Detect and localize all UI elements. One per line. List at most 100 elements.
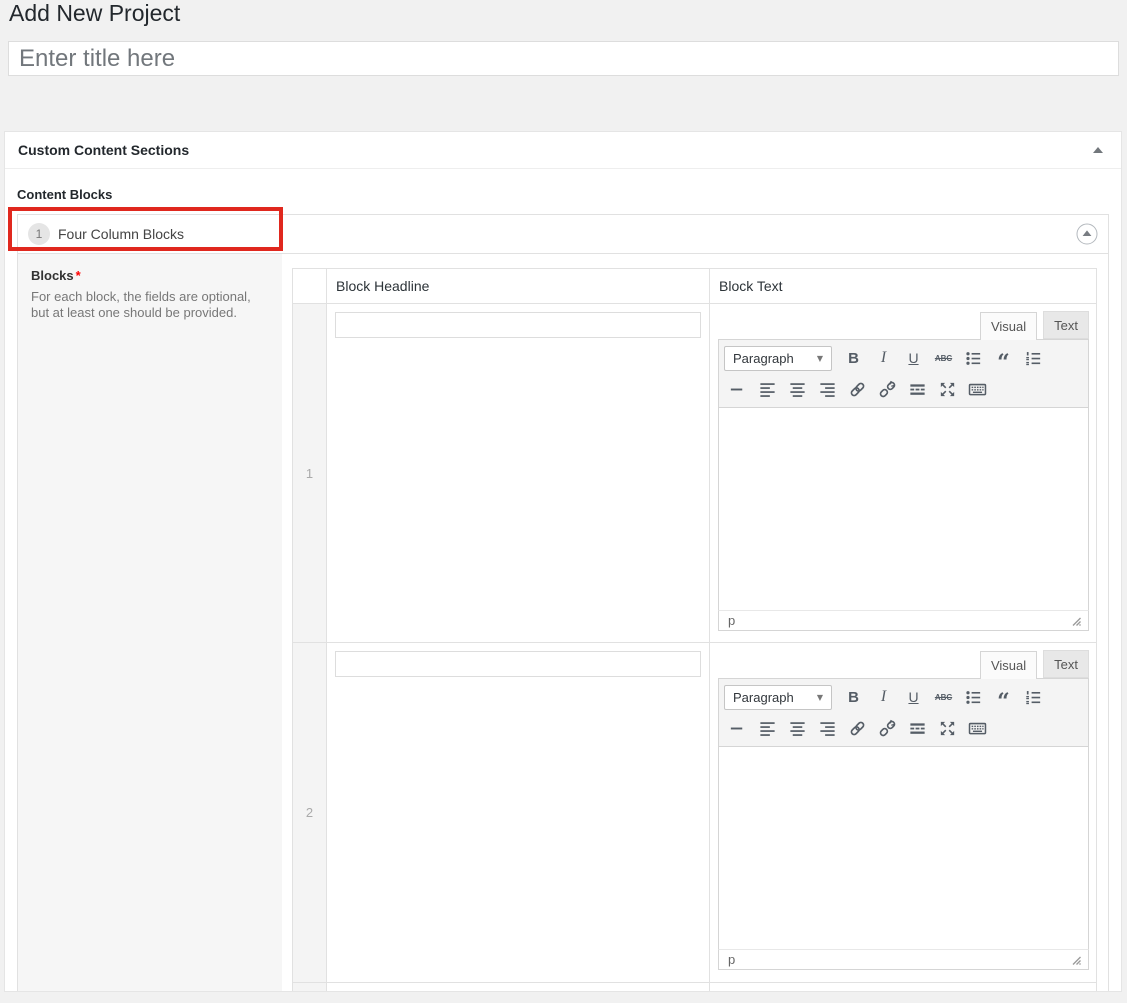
bold-button[interactable]: B bbox=[840, 345, 867, 371]
strikethrough-button[interactable]: ABC bbox=[930, 684, 957, 710]
align-center-icon bbox=[788, 380, 807, 399]
block-text-column-header: Block Text bbox=[710, 269, 1097, 304]
flexible-layout-box: 1 Four Column Blocks Blocks* For each bl… bbox=[17, 214, 1109, 991]
bullet-list-button[interactable] bbox=[960, 684, 987, 710]
layout-body: Blocks* For each block, the fields are o… bbox=[18, 254, 1108, 991]
row-handle[interactable]: 2 bbox=[293, 643, 327, 983]
align-left-icon bbox=[758, 719, 777, 738]
underline-button[interactable]: U bbox=[900, 684, 927, 710]
row-handle[interactable]: 1 bbox=[293, 304, 327, 643]
bold-button[interactable]: B bbox=[840, 684, 867, 710]
resize-grip[interactable] bbox=[1069, 953, 1082, 966]
blockquote-button[interactable]: “ bbox=[990, 684, 1017, 710]
italic-button[interactable]: I bbox=[870, 684, 897, 710]
tab-visual[interactable]: Visual bbox=[980, 312, 1037, 340]
horizontal-rule-icon bbox=[728, 380, 747, 399]
more-tag-icon bbox=[908, 380, 927, 399]
link-button[interactable] bbox=[844, 715, 871, 741]
align-center-icon bbox=[788, 719, 807, 738]
tab-visual[interactable]: Visual bbox=[980, 651, 1037, 679]
blockquote-button[interactable]: “ bbox=[990, 345, 1017, 371]
toolbar-toggle-button[interactable] bbox=[964, 376, 991, 402]
editor-toolbar: Paragraph ▼ B I U ABC “ bbox=[718, 339, 1089, 408]
element-path: p bbox=[728, 613, 735, 628]
field-description: For each block, the fields are optional,… bbox=[31, 289, 268, 321]
unlink-button[interactable] bbox=[874, 715, 901, 741]
editor-content-area[interactable] bbox=[718, 408, 1089, 610]
editor-content-area[interactable] bbox=[718, 747, 1089, 949]
field-description-line: For each block, the fields are optional, bbox=[31, 289, 268, 305]
metabox-body: Content Blocks 1 Four Column Blocks Bloc… bbox=[5, 169, 1121, 1003]
unlink-icon bbox=[878, 719, 897, 738]
chevron-down-icon: ▼ bbox=[817, 354, 823, 363]
numbered-list-button[interactable] bbox=[1020, 684, 1047, 710]
block-headline-input[interactable] bbox=[335, 651, 701, 677]
bullet-list-button[interactable] bbox=[960, 345, 987, 371]
align-right-icon bbox=[818, 380, 837, 399]
layout-collapse-button[interactable] bbox=[1075, 222, 1099, 246]
numbered-list-icon bbox=[1024, 688, 1043, 707]
toolbar-row-2 bbox=[719, 373, 1088, 404]
editor-mode-tabs: Visual Text bbox=[718, 312, 1089, 339]
underline-button[interactable]: U bbox=[900, 345, 927, 371]
fullscreen-button[interactable] bbox=[934, 376, 961, 402]
align-right-button[interactable] bbox=[814, 715, 841, 741]
required-asterisk: * bbox=[76, 268, 81, 283]
tab-text[interactable]: Text bbox=[1043, 311, 1089, 339]
align-right-icon bbox=[818, 719, 837, 738]
align-right-button[interactable] bbox=[814, 376, 841, 402]
chevron-down-icon: ▼ bbox=[817, 693, 823, 702]
strikethrough-button[interactable]: ABC bbox=[930, 345, 957, 371]
tab-text[interactable]: Text bbox=[1043, 650, 1089, 678]
field-description-line: but at least one should be provided. bbox=[31, 305, 268, 321]
numbered-list-icon bbox=[1024, 349, 1043, 368]
block-headline-input[interactable] bbox=[335, 312, 701, 338]
toolbar-toggle-button[interactable] bbox=[964, 715, 991, 741]
fullscreen-icon bbox=[938, 380, 957, 399]
horizontal-rule-button[interactable] bbox=[724, 715, 751, 741]
format-select-value: Paragraph bbox=[733, 351, 794, 366]
blockquote-icon: “ bbox=[997, 687, 1010, 707]
block-text-cell: Visual Text Paragraph ▼ B I U ABC “ bbox=[710, 304, 1097, 643]
editor-toolbar: Paragraph ▼ B I U ABC “ bbox=[718, 678, 1089, 747]
layout-header[interactable]: 1 Four Column Blocks bbox=[18, 215, 1108, 254]
italic-icon: I bbox=[881, 688, 886, 706]
bullet-list-icon bbox=[964, 688, 983, 707]
italic-button[interactable]: I bbox=[870, 345, 897, 371]
layout-order-badge[interactable]: 1 bbox=[28, 223, 50, 245]
align-left-button[interactable] bbox=[754, 715, 781, 741]
horizontal-rule-icon bbox=[728, 719, 747, 738]
content-blocks-label: Content Blocks bbox=[17, 187, 1109, 202]
more-tag-button[interactable] bbox=[904, 715, 931, 741]
resize-grip[interactable] bbox=[1069, 614, 1082, 627]
unlink-icon bbox=[878, 380, 897, 399]
field-label-column: Blocks* For each block, the fields are o… bbox=[18, 254, 282, 991]
metabox-toggle-button[interactable] bbox=[1089, 143, 1107, 157]
table-row: 2 Visual Text Paragraph ▼ B bbox=[293, 643, 1097, 983]
fullscreen-button[interactable] bbox=[934, 715, 961, 741]
more-tag-icon bbox=[908, 719, 927, 738]
block-headline-column-header: Block Headline bbox=[327, 269, 710, 304]
numbered-list-button[interactable] bbox=[1020, 345, 1047, 371]
layout-title: Four Column Blocks bbox=[58, 226, 184, 242]
editor-mode-tabs: Visual Text bbox=[718, 651, 1089, 678]
align-center-button[interactable] bbox=[784, 715, 811, 741]
underline-icon: U bbox=[908, 350, 918, 366]
horizontal-rule-button[interactable] bbox=[724, 376, 751, 402]
format-select[interactable]: Paragraph ▼ bbox=[724, 346, 832, 371]
title-input[interactable] bbox=[8, 41, 1119, 76]
align-center-button[interactable] bbox=[784, 376, 811, 402]
link-icon bbox=[848, 380, 867, 399]
collapse-icon bbox=[1093, 147, 1103, 153]
link-button[interactable] bbox=[844, 376, 871, 402]
metabox-header[interactable]: Custom Content Sections bbox=[5, 132, 1121, 169]
align-left-button[interactable] bbox=[754, 376, 781, 402]
collapse-arrow-icon bbox=[1075, 222, 1099, 246]
block-text-cell: Visual Text Paragraph ▼ B I U ABC “ bbox=[710, 643, 1097, 983]
block-headline-cell bbox=[327, 643, 710, 983]
unlink-button[interactable] bbox=[874, 376, 901, 402]
format-select[interactable]: Paragraph ▼ bbox=[724, 685, 832, 710]
editor-status-bar: p bbox=[718, 949, 1089, 970]
custom-content-sections-metabox: Custom Content Sections Content Blocks 1… bbox=[4, 131, 1122, 992]
more-tag-button[interactable] bbox=[904, 376, 931, 402]
